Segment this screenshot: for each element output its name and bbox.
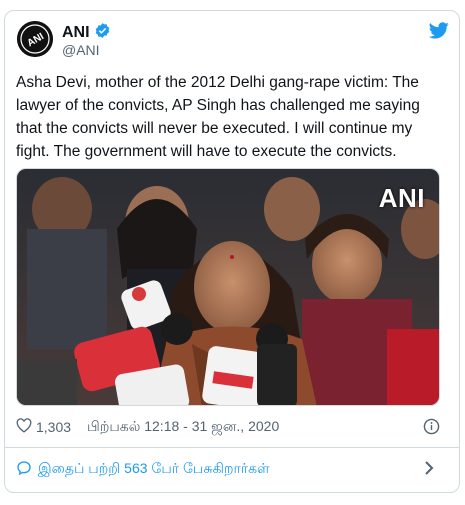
tweet-timestamp[interactable]: பிற்பகல் 12:18 - 31 ஜன., 2020 bbox=[87, 418, 279, 437]
tweet-text: Asha Devi, mother of the 2012 Delhi gang… bbox=[16, 74, 420, 160]
verified-badge-icon bbox=[94, 22, 111, 44]
tweet-meta-row: 1,303 பிற்பகல் 12:18 - 31 ஜன., 2020 bbox=[16, 416, 440, 438]
reply-bubble-icon bbox=[16, 460, 32, 479]
divider bbox=[4, 447, 460, 448]
author-avatar[interactable]: ANI bbox=[17, 21, 53, 57]
author-name[interactable]: ANI bbox=[62, 24, 90, 42]
replies-link[interactable]: இதைப் பற்றி 563 பேர் பேசுகிறார்கள் bbox=[16, 456, 440, 482]
chevron-right-icon[interactable] bbox=[424, 461, 434, 478]
author-handle[interactable]: @ANI bbox=[62, 42, 100, 58]
twitter-bird-icon[interactable] bbox=[428, 22, 449, 44]
media-watermark: ANI bbox=[378, 183, 425, 213]
heart-icon bbox=[16, 418, 32, 436]
like-count: 1,303 bbox=[36, 419, 72, 435]
like-button[interactable]: 1,303 bbox=[16, 418, 71, 436]
replies-text[interactable]: இதைப் பற்றி 563 பேர் பேசுகிறார்கள் bbox=[38, 460, 270, 479]
author-name-row[interactable]: ANI bbox=[62, 22, 111, 44]
info-icon[interactable] bbox=[423, 418, 440, 438]
tweet-photo[interactable]: ANI bbox=[16, 168, 440, 406]
